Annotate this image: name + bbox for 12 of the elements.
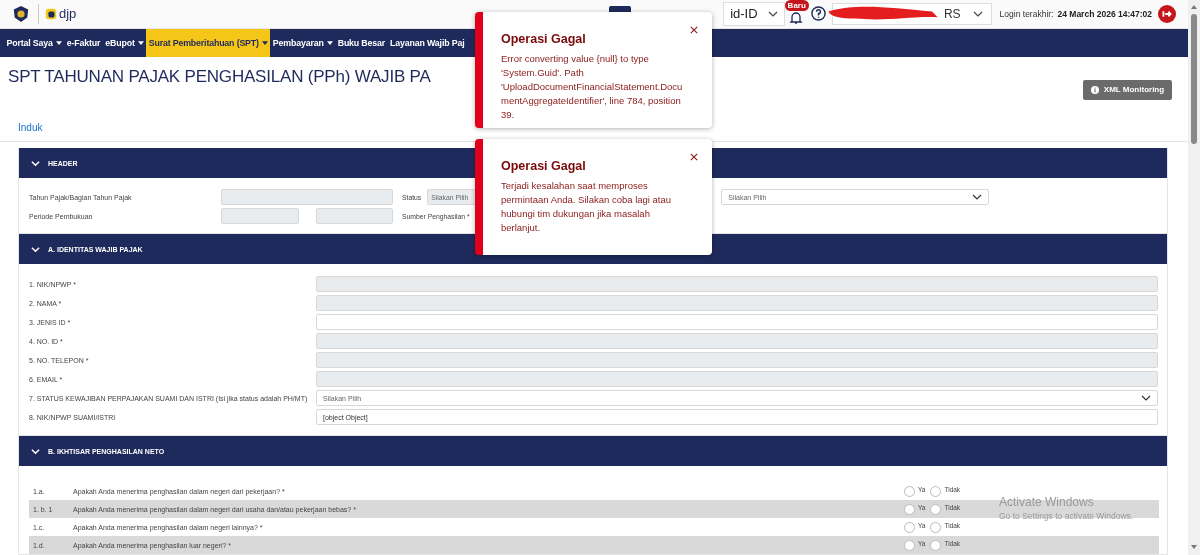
page-title: SPT TAHUNAN PAJAK PENGHASILAN (PPh) WAJIB PA (8, 67, 431, 88)
notification-badge: Baru (784, 0, 809, 11)
toast-message: Error converting value {null} to type 'System.Guid'. Path 'UploadDocumentFinancialStatement.DocumentAggregateIdentifier', line 784, position 39. (501, 52, 684, 122)
logo-text: djp (59, 6, 77, 22)
activation-title: Activate Windows (999, 495, 1095, 509)
login-label: Login terakhir: (999, 8, 1054, 19)
user-name-text: RS (943, 6, 961, 21)
toast-title: Operasi Gagal (501, 159, 587, 173)
login-time: 24 March 2026 14:47:02 (1057, 8, 1152, 19)
toast-message: Terjadi kesalahan saat memproses permintaan Anda. Silakan coba lagi atau hubungi tim dukungan jika masalah berlanjut. (501, 179, 673, 235)
activation-subtitle: Go to Settings to activate Windows. (999, 511, 1134, 521)
toast-title: Operasi Gagal (501, 32, 587, 46)
